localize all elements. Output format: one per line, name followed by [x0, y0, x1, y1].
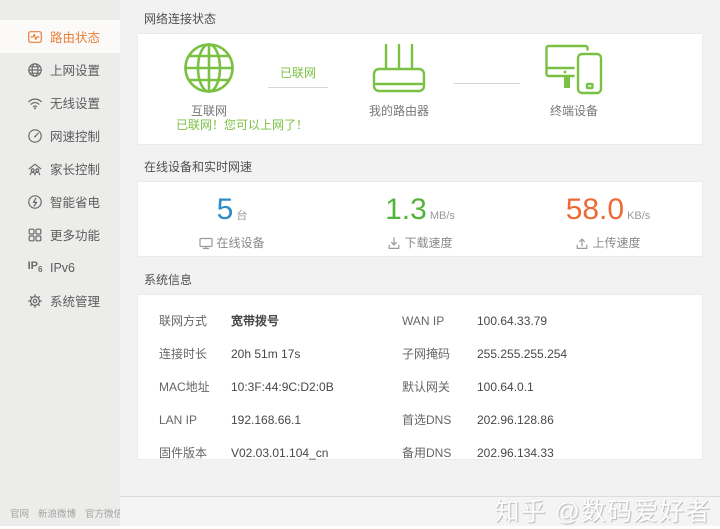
section-title-system-info: 系统信息: [144, 271, 703, 288]
online-devices-label: 在线设备: [138, 234, 326, 251]
system-info-row: 连接时长 20h 51m 17s 子网掩码 255.255.255.254: [138, 337, 702, 370]
system-info-row: MAC地址 10:3F:44:9C:D2:0B 默认网关 100.64.0.1: [138, 370, 702, 403]
monitor-icon: [199, 236, 213, 250]
upload-speed-value: 58.0: [566, 193, 624, 226]
link-wechat[interactable]: 官方微信: [85, 506, 123, 520]
network-status-card: 互联网 已联网 我的路由器: [137, 33, 703, 145]
info-label: 默认网关: [402, 378, 477, 395]
sidebar-item-label: 路由状态: [50, 27, 100, 46]
globe-icon: [27, 62, 43, 78]
gear-icon: [27, 293, 43, 309]
sidebar-footer-links: 官网 新浪微博 官方微信: [10, 506, 123, 520]
info-label: MAC地址: [159, 378, 231, 395]
upload-speed-unit: KB/s: [627, 210, 650, 222]
sidebar-item-label: 网速控制: [50, 126, 100, 145]
ip6-text-icon: IP6: [27, 260, 43, 276]
family-icon: [27, 161, 43, 177]
sidebar-item-more-features[interactable]: 更多功能: [0, 218, 120, 251]
info-value: 202.96.134.33: [477, 446, 702, 460]
info-value: 255.255.255.254: [477, 347, 702, 361]
info-label: 子网掩码: [402, 345, 477, 362]
sidebar-item-system-management[interactable]: 系统管理: [0, 284, 120, 317]
sidebar-item-wireless-settings[interactable]: 无线设置: [0, 86, 120, 119]
sidebar-item-parental-control[interactable]: 家长控制: [0, 152, 120, 185]
online-devices-value: 5: [217, 193, 234, 226]
node-devices: 终端设备: [524, 39, 624, 119]
sidebar-item-label: 无线设置: [50, 93, 100, 112]
info-value: V02.03.01.104_cn: [231, 446, 402, 460]
system-info-card: 联网方式 宽带拨号 WAN IP 100.64.33.79 连接时长 20h 5…: [137, 294, 703, 460]
sidebar-item-internet-settings[interactable]: 上网设置: [0, 53, 120, 86]
sidebar-nav: 路由状态 上网设置: [0, 20, 120, 317]
download-speed-value: 1.3: [385, 193, 427, 226]
sidebar-item-ipv6[interactable]: IP6 IPv6: [0, 251, 120, 284]
online-devices-unit: 台: [236, 210, 247, 222]
info-label: 固件版本: [159, 444, 231, 461]
info-label: WAN IP: [402, 314, 477, 328]
link-status-label: 已联网: [248, 64, 348, 81]
sidebar-item-label: 系统管理: [50, 291, 100, 310]
router-admin-page: 路由状态 上网设置: [0, 0, 720, 529]
system-info-row: 固件版本 V02.03.01.104_cn 备用DNS 202.96.134.3…: [138, 436, 702, 469]
info-value: 20h 51m 17s: [231, 347, 402, 361]
info-value: 192.168.66.1: [231, 413, 402, 427]
info-label: LAN IP: [159, 413, 231, 427]
info-value: 宽带拨号: [231, 312, 402, 329]
download-icon: [387, 236, 401, 250]
node-label: 我的路由器: [369, 102, 429, 119]
info-value: 10:3F:44:9C:D2:0B: [231, 380, 402, 394]
activity-icon: [27, 29, 43, 45]
sidebar: 路由状态 上网设置: [0, 0, 120, 526]
realtime-stats-card: 5台 在线设备 1.3MB/s: [137, 181, 703, 257]
upload-speed-label: 上传速度: [514, 234, 702, 251]
download-speed-label: 下载速度: [326, 234, 514, 251]
devices-icon: [545, 39, 603, 95]
info-label: 备用DNS: [402, 444, 477, 461]
router-icon: [372, 41, 426, 95]
main-content: 网络连接状态 互联网 已联网: [120, 0, 720, 497]
section-title-realtime: 在线设备和实时网速: [144, 158, 703, 175]
system-info-row: 联网方式 宽带拨号 WAN IP 100.64.33.79: [138, 304, 702, 337]
bolt-circle-icon: [27, 194, 43, 210]
gauge-icon: [27, 128, 43, 144]
upload-icon: [575, 236, 589, 250]
sidebar-item-label: 更多功能: [50, 225, 100, 244]
connector-line: [268, 87, 328, 88]
sidebar-item-router-status[interactable]: 路由状态: [0, 20, 120, 53]
connector-line: [454, 83, 520, 84]
node-internet: 互联网: [178, 41, 240, 119]
info-label: 连接时长: [159, 345, 231, 362]
grid-icon: [27, 227, 43, 243]
lan-link-connector: [449, 83, 524, 84]
node-router: 我的路由器: [349, 41, 449, 119]
link-official-site[interactable]: 官网: [10, 506, 29, 520]
stat-online-devices: 5台 在线设备: [138, 182, 326, 256]
info-label: 联网方式: [159, 312, 231, 329]
info-value: 100.64.33.79: [477, 314, 702, 328]
sidebar-item-label: 上网设置: [50, 60, 100, 79]
download-speed-unit: MB/s: [430, 210, 455, 222]
zhihu-watermark: 知乎 @数码爱好者: [495, 492, 711, 528]
link-weibo[interactable]: 新浪微博: [38, 506, 76, 520]
sidebar-item-label: 智能省电: [50, 192, 100, 211]
system-info-row: LAN IP 192.168.66.1 首选DNS 202.96.128.86: [138, 403, 702, 436]
stat-upload-speed: 58.0KB/s 上传速度: [514, 182, 702, 256]
wan-link-connector: 已联网: [248, 64, 348, 88]
stat-download-speed: 1.3MB/s 下载速度: [326, 182, 514, 256]
sidebar-item-speed-control[interactable]: 网速控制: [0, 119, 120, 152]
internet-globe-icon: [182, 41, 236, 95]
section-title-network-status: 网络连接状态: [144, 10, 703, 27]
sidebar-item-label: 家长控制: [50, 159, 100, 178]
sidebar-item-label: IPv6: [50, 261, 75, 275]
info-value: 202.96.128.86: [477, 413, 702, 427]
info-value: 100.64.0.1: [477, 380, 702, 394]
wifi-icon: [27, 95, 43, 111]
info-label: 首选DNS: [402, 411, 477, 428]
connection-message: 已联网！您可以上网了！: [176, 116, 308, 133]
node-label: 终端设备: [550, 102, 598, 119]
sidebar-item-power-saving[interactable]: 智能省电: [0, 185, 120, 218]
